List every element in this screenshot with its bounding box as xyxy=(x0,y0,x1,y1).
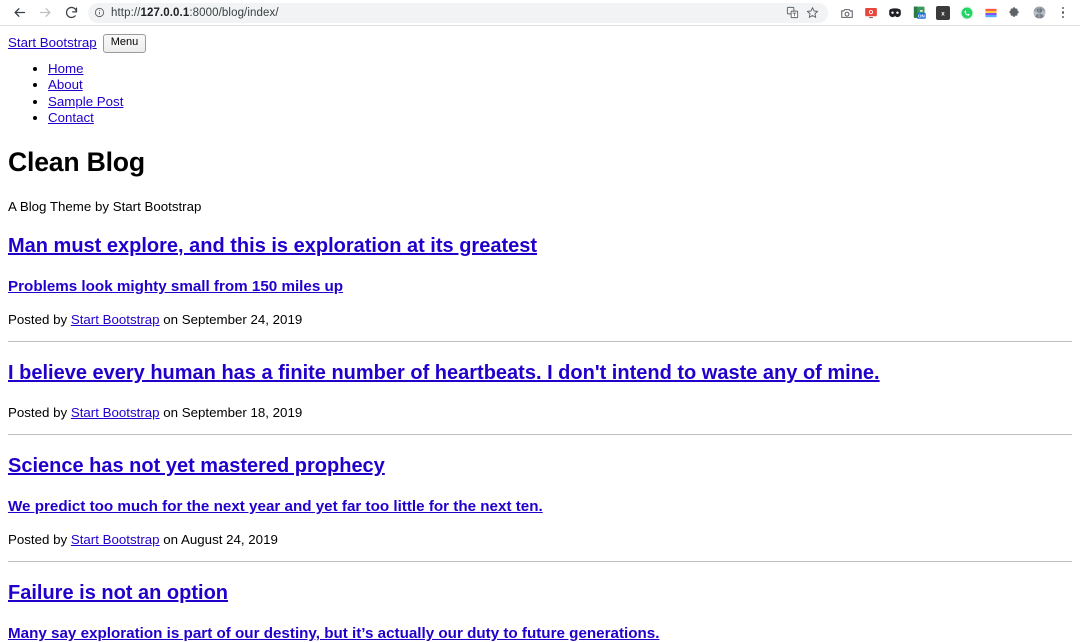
post-title: Science has not yet mastered prophecy xyxy=(8,455,1072,478)
post-meta-mid: on xyxy=(163,531,179,547)
reload-button[interactable] xyxy=(58,2,84,24)
onenote-clipper-icon[interactable]: ON xyxy=(908,2,930,24)
post-meta-prefix: Posted by xyxy=(8,404,68,420)
dark-reader-icon[interactable] xyxy=(884,2,906,24)
post-date: August 24, 2019 xyxy=(181,531,278,547)
svg-text:ON: ON xyxy=(918,14,925,19)
post-date: September 18, 2019 xyxy=(181,404,303,420)
page-subtitle: A Blog Theme by Start Bootstrap xyxy=(8,198,202,214)
post-author-link[interactable]: Start Bootstrap xyxy=(71,405,160,420)
nav-item-home: Home xyxy=(48,61,1072,77)
color-picker-icon[interactable] xyxy=(980,2,1002,24)
post-divider xyxy=(8,340,1072,342)
post-date: September 24, 2019 xyxy=(181,311,303,327)
post-divider xyxy=(8,560,1072,562)
screen-recorder-icon[interactable] xyxy=(860,2,882,24)
post-preview: Man must explore, and this is exploratio… xyxy=(8,235,1072,328)
forward-arrow-icon xyxy=(38,5,53,20)
back-button[interactable] xyxy=(6,2,32,24)
browser-toolbar: http://127.0.0.1:8000/blog/index/ ON x xyxy=(0,0,1080,26)
post-meta-mid: on xyxy=(163,311,179,327)
forward-button[interactable] xyxy=(32,2,58,24)
post-title: Man must explore, and this is exploratio… xyxy=(8,235,1072,258)
nav-link-home[interactable]: Home xyxy=(48,61,83,76)
whatsapp-icon[interactable] xyxy=(956,2,978,24)
post-subtitle: Many say exploration is part of our dest… xyxy=(8,625,1072,642)
post-divider xyxy=(8,433,1072,435)
kebab-menu-icon xyxy=(1054,6,1072,19)
post-meta: Posted by Start Bootstrap on September 2… xyxy=(8,312,1072,328)
main-navigation: Home About Sample Post Contact xyxy=(8,61,1072,127)
post-title-link[interactable]: Failure is not an option xyxy=(8,582,228,604)
svg-text:x: x xyxy=(941,10,945,17)
nav-item-about: About xyxy=(48,77,1072,93)
masthead: Start Bootstrap Menu xyxy=(8,34,1072,53)
profile-avatar-icon[interactable] xyxy=(1028,2,1050,24)
post-subtitle-link[interactable]: Many say exploration is part of our dest… xyxy=(8,625,659,642)
nav-item-contact: Contact xyxy=(48,110,1072,126)
post-meta-prefix: Posted by xyxy=(8,311,68,327)
post-meta-prefix: Posted by xyxy=(8,531,68,547)
post-meta: Posted by Start Bootstrap on August 24, … xyxy=(8,532,1072,548)
url-text[interactable]: http://127.0.0.1:8000/blog/index/ xyxy=(111,7,782,19)
post-meta: Posted by Start Bootstrap on September 1… xyxy=(8,405,1072,421)
post-preview: I believe every human has a finite numbe… xyxy=(8,362,1072,421)
post-title-link[interactable]: I believe every human has a finite numbe… xyxy=(8,362,880,384)
post-preview: Failure is not an option Many say explor… xyxy=(8,582,1072,642)
excel-extension-icon[interactable]: x xyxy=(932,2,954,24)
post-title: Failure is not an option xyxy=(8,582,1072,605)
page-content: Start Bootstrap Menu Home About Sample P… xyxy=(0,26,1080,642)
post-preview: Science has not yet mastered prophecy We… xyxy=(8,455,1072,548)
translate-icon[interactable] xyxy=(782,4,802,22)
post-subtitle-link[interactable]: Problems look mighty small from 150 mile… xyxy=(8,278,343,295)
camera-screenshot-icon[interactable] xyxy=(836,2,858,24)
brand-link[interactable]: Start Bootstrap xyxy=(8,35,97,51)
post-author-link[interactable]: Start Bootstrap xyxy=(71,532,160,547)
nav-link-sample-post[interactable]: Sample Post xyxy=(48,94,123,109)
back-arrow-icon xyxy=(12,5,27,20)
page-title: Clean Blog xyxy=(8,147,145,178)
post-title-link[interactable]: Man must explore, and this is exploratio… xyxy=(8,235,537,257)
menu-toggle-button[interactable]: Menu xyxy=(102,34,147,53)
info-circle-icon[interactable] xyxy=(94,7,105,18)
post-subtitle: Problems look mighty small from 150 mile… xyxy=(8,278,1072,295)
post-meta-mid: on xyxy=(163,404,179,420)
nav-link-about[interactable]: About xyxy=(48,77,83,92)
nav-item-sample-post: Sample Post xyxy=(48,94,1072,110)
post-title-link[interactable]: Science has not yet mastered prophecy xyxy=(8,455,385,477)
post-subtitle: We predict too much for the next year an… xyxy=(8,498,1072,515)
reload-icon xyxy=(64,5,79,20)
post-author-link[interactable]: Start Bootstrap xyxy=(71,312,160,327)
extensions-tray: ON x xyxy=(834,2,1074,24)
post-subtitle-link[interactable]: We predict too much for the next year an… xyxy=(8,498,543,515)
bookmark-star-icon[interactable] xyxy=(802,4,822,22)
extensions-puzzle-icon[interactable] xyxy=(1004,2,1026,24)
address-bar[interactable]: http://127.0.0.1:8000/blog/index/ xyxy=(88,2,828,23)
browser-menu-button[interactable] xyxy=(1052,2,1074,24)
nav-link-contact[interactable]: Contact xyxy=(48,110,94,125)
post-title: I believe every human has a finite numbe… xyxy=(8,362,1072,385)
